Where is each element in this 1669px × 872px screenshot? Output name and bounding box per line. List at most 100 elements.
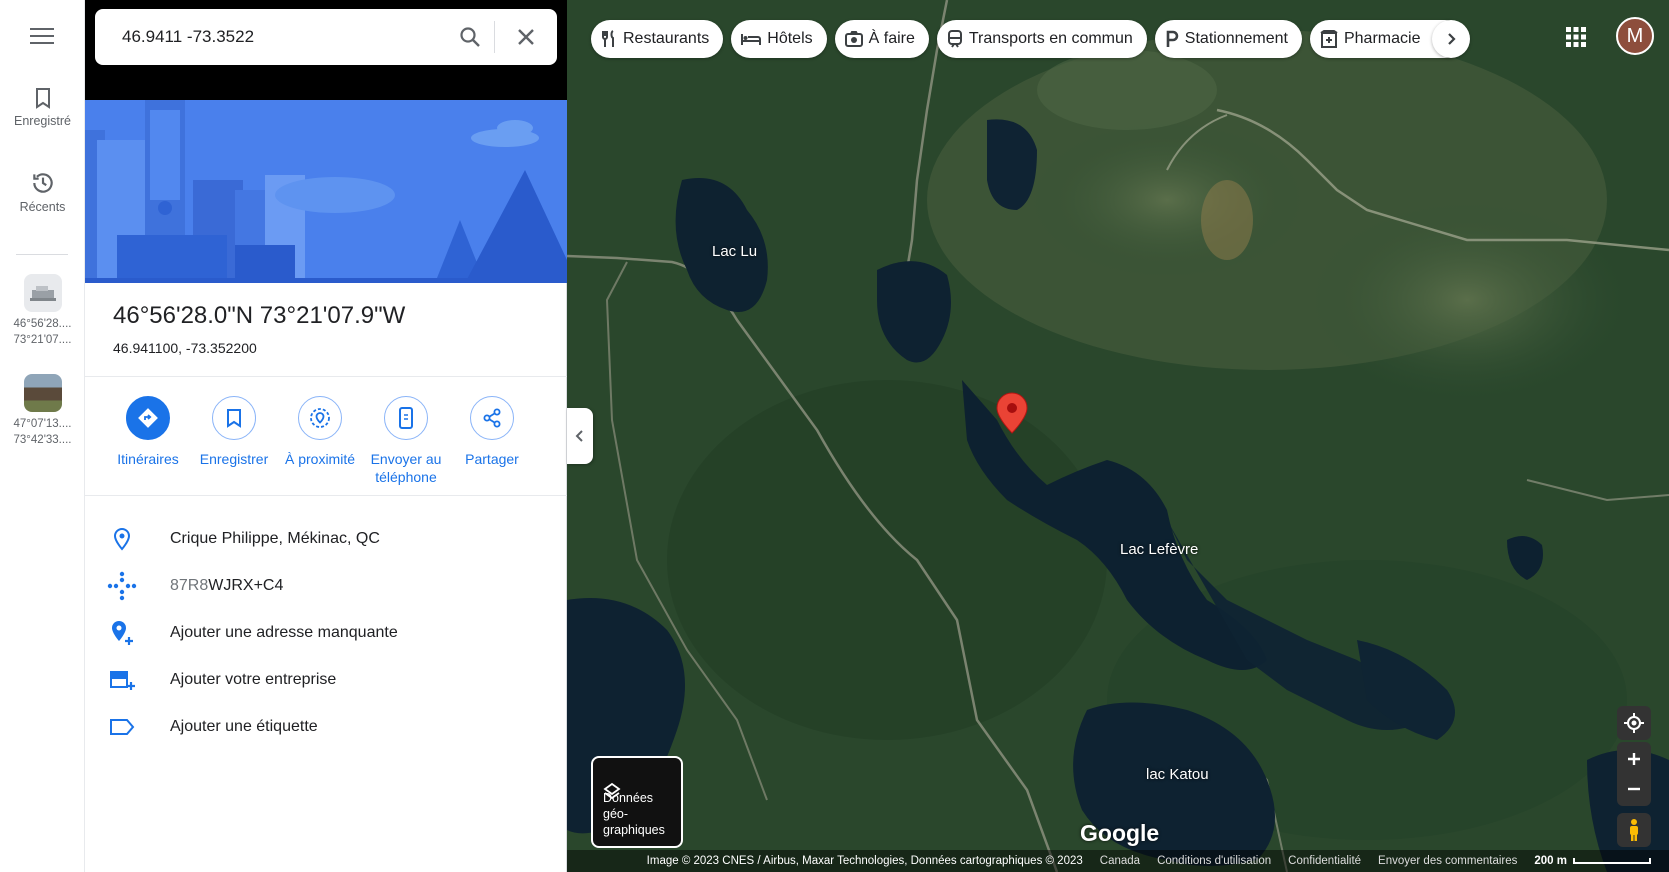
label-icon	[109, 718, 134, 735]
send-to-phone-label: Envoyer au téléphone	[370, 451, 442, 485]
recent-thumbnail	[23, 374, 62, 412]
nearby-label: À proximité	[284, 451, 356, 467]
chip-restaurants[interactable]: Restaurants	[591, 20, 724, 58]
collapse-panel-button[interactable]	[567, 408, 593, 464]
chip-things-to-do[interactable]: À faire	[834, 20, 929, 58]
terms-link[interactable]: Conditions d'utilisation	[1157, 855, 1271, 867]
menu-icon[interactable]	[30, 28, 54, 46]
nearby-button[interactable]: À proximité	[277, 396, 363, 486]
close-icon	[518, 29, 534, 45]
chip-label: Pharmacie	[1343, 30, 1421, 47]
chip-label: Transports en commun	[968, 30, 1133, 47]
add-label-text: Ajouter une étiquette	[170, 717, 318, 735]
directions-button[interactable]: Itinéraires	[105, 396, 191, 486]
plus-icon	[1628, 753, 1640, 765]
pluscode-rest: WJRX+C4	[208, 576, 284, 594]
saved-button[interactable]: Enregistré	[0, 86, 85, 128]
coordinate-decimal: 46.941100, -73.352200	[113, 340, 257, 356]
hotel-icon	[741, 34, 762, 45]
scale-label: 200 m	[1534, 855, 1567, 867]
category-chips: Restaurants Hôtels À faire Transports en…	[591, 20, 1471, 58]
map-label: Lac Lefèvre	[1120, 541, 1199, 558]
recents-button[interactable]: Récents	[0, 170, 85, 214]
chip-label: Hôtels	[767, 30, 813, 47]
send-to-phone-button[interactable]: Envoyer au téléphone	[363, 396, 449, 486]
restaurant-icon	[602, 30, 614, 47]
chip-label: Restaurants	[623, 30, 710, 47]
nearby-icon	[310, 408, 330, 428]
pluscode-text: 87R8WJRX+C4	[170, 577, 283, 595]
bookmark-icon	[227, 409, 241, 428]
map-label: lac Katou	[1146, 766, 1209, 783]
street-view-pegman[interactable]	[1617, 813, 1651, 847]
region-link[interactable]: Canada	[1100, 855, 1140, 867]
divider	[85, 495, 567, 496]
pegman-icon	[1630, 819, 1638, 841]
zoom-controls	[1617, 742, 1651, 806]
scale-bar[interactable]: 200 m	[1534, 855, 1651, 867]
recent-line2: 73°21'07....	[13, 334, 72, 346]
add-address-text: Ajouter une adresse manquante	[170, 623, 398, 641]
address-text: Crique Philippe, Mékinac, QC	[170, 529, 380, 547]
recent-line1: 46°56'28....	[13, 318, 72, 330]
saved-label: Enregistré	[14, 114, 71, 128]
transit-icon	[947, 30, 962, 48]
add-business-text: Ajouter votre entreprise	[170, 670, 337, 688]
add-business-icon	[109, 670, 135, 690]
my-location-icon	[1624, 713, 1644, 733]
recents-label: Récents	[19, 200, 66, 214]
camera-icon	[844, 31, 863, 47]
save-label: Enregistrer	[199, 451, 269, 467]
add-address-row[interactable]: Ajouter une adresse manquante	[85, 609, 567, 656]
pluscode-prefix: 87R8	[170, 576, 209, 594]
divider	[85, 376, 567, 377]
recent-line2: 73°42'33....	[13, 434, 72, 446]
apps-button[interactable]	[1565, 26, 1587, 53]
add-location-icon	[111, 620, 133, 645]
pin-icon	[113, 527, 130, 551]
map-label: Lac Lu	[712, 243, 758, 260]
my-location-button[interactable]	[1617, 706, 1651, 740]
avatar[interactable]: M	[1616, 17, 1654, 55]
save-button[interactable]: Enregistrer	[191, 396, 277, 486]
add-label-row[interactable]: Ajouter une étiquette	[85, 703, 567, 750]
left-rail: Enregistré Récents 46°56'28.... 73°21'07…	[0, 0, 85, 872]
search-box[interactable]: 46.9411 -73.3522	[95, 9, 557, 65]
search-icon	[460, 27, 480, 47]
parking-icon	[1166, 30, 1179, 47]
directions-label: Itinéraires	[117, 451, 179, 467]
send-to-phone-icon	[399, 407, 413, 429]
search-input[interactable]: 46.9411 -73.3522	[95, 27, 446, 47]
clear-button[interactable]	[495, 9, 557, 65]
layers-button[interactable]: Données géo-graphiques	[591, 756, 683, 848]
address-row[interactable]: Crique Philippe, Mékinac, QC	[85, 515, 567, 562]
share-icon	[483, 408, 501, 428]
share-label: Partager	[465, 451, 519, 467]
share-button[interactable]: Partager	[449, 396, 535, 486]
feedback-link[interactable]: Envoyer des commentaires	[1378, 855, 1517, 867]
pluscode-row[interactable]: 87R8WJRX+C4	[85, 562, 567, 609]
chip-transit[interactable]: Transports en commun	[936, 20, 1147, 58]
action-row: Itinéraires Enregistrer À proximité Envo…	[105, 396, 545, 486]
recent-line1: 47°07'13....	[13, 418, 72, 430]
imagery-credit: Image © 2023 CNES / Airbus, Maxar Techno…	[646, 855, 1083, 867]
place-panel: 46.9411 -73.3522 46°56'28.0"N 73°21'07.9…	[85, 0, 567, 872]
recent-item[interactable]: 46°56'28.... 73°21'07....	[0, 274, 85, 348]
pharmacy-icon	[1320, 30, 1338, 48]
map-canvas[interactable]: Lac Lu Lac Lefèvre lac Katou Restaurants…	[567, 0, 1669, 872]
privacy-link[interactable]: Confidentialité	[1288, 855, 1361, 867]
pluscode-icon	[107, 571, 136, 600]
zoom-in-button[interactable]	[1627, 744, 1641, 774]
apps-grid-icon	[1566, 27, 1586, 47]
chip-hotels[interactable]: Hôtels	[731, 20, 827, 58]
chevron-right-icon	[1448, 33, 1457, 45]
chip-parking[interactable]: Stationnement	[1154, 20, 1302, 58]
add-business-row[interactable]: Ajouter votre entreprise	[85, 656, 567, 703]
directions-icon	[138, 408, 158, 428]
chip-label: À faire	[868, 30, 915, 47]
zoom-out-button[interactable]	[1627, 774, 1641, 804]
satellite-imagery	[567, 0, 1669, 872]
chips-next-button[interactable]	[1432, 20, 1471, 58]
recent-item[interactable]: 47°07'13.... 73°42'33....	[0, 374, 85, 448]
search-button[interactable]	[446, 9, 494, 65]
